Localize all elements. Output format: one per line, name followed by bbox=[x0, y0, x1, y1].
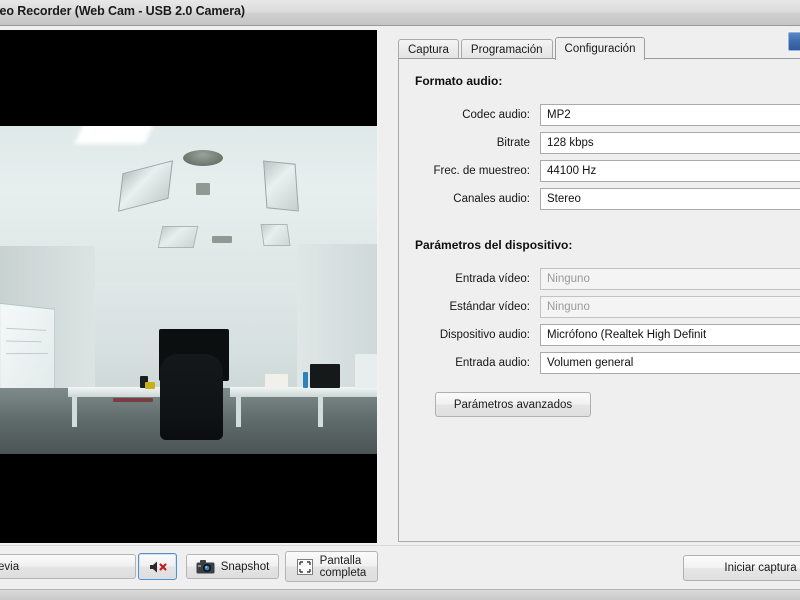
scene-whiteboard bbox=[0, 302, 56, 400]
fullscreen-label-line2: completa bbox=[319, 566, 367, 579]
panel-divider bbox=[0, 545, 800, 546]
field-audio-device-input[interactable]: Micrófono (Realtek High Definit bbox=[540, 324, 800, 346]
advanced-parameters-button[interactable]: Parámetros avanzados bbox=[435, 392, 591, 417]
fullscreen-button[interactable]: Pantalla completa bbox=[285, 551, 378, 582]
audio-format-section-title: Formato audio: bbox=[415, 74, 503, 88]
field-audio-input-label: Entrada audio: bbox=[455, 357, 530, 369]
tab-programacion-label: Programación bbox=[470, 43, 543, 56]
tab-configuracion[interactable]: Configuración bbox=[554, 37, 646, 60]
scene-ceiling-panel bbox=[157, 226, 199, 248]
scene-ceiling-vent bbox=[196, 183, 210, 195]
advanced-parameters-label: Parámetros avanzados bbox=[453, 398, 573, 411]
field-audio-device-label: Dispositivo audio: bbox=[439, 329, 530, 341]
configuracion-panel: Formato audio: Codec audio: MP2 Bitrate … bbox=[398, 58, 800, 542]
preview-button[interactable]: ta previa bbox=[0, 554, 136, 579]
field-audio-input-input[interactable]: Volumen general bbox=[540, 352, 800, 374]
device-parameters-section-title: Parámetros del dispositivo: bbox=[415, 238, 573, 252]
scene-bottle bbox=[303, 372, 308, 388]
field-audio-channels-input[interactable]: Stereo bbox=[540, 188, 800, 210]
title-bar: deo Recorder (Web Cam - USB 2.0 Camera) bbox=[0, 0, 800, 26]
fullscreen-button-label: Pantalla completa bbox=[320, 555, 367, 579]
scene-printer bbox=[310, 364, 340, 388]
field-video-input-label: Entrada vídeo: bbox=[455, 273, 530, 285]
mute-button[interactable] bbox=[138, 553, 177, 580]
field-sample-rate-input[interactable]: 44100 Hz bbox=[540, 160, 800, 182]
field-video-input-input[interactable]: Ninguno bbox=[540, 268, 800, 290]
camera-preview-container[interactable] bbox=[0, 29, 379, 544]
field-codec-audio-label: Codec audio: bbox=[462, 109, 530, 121]
fullscreen-icon bbox=[296, 558, 313, 575]
window-control-button[interactable] bbox=[788, 32, 800, 51]
scene-ceiling-light bbox=[263, 160, 299, 212]
field-codec-audio-input[interactable]: MP2 bbox=[540, 104, 800, 126]
snapshot-button[interactable]: Snapshot bbox=[186, 554, 279, 579]
camera-icon bbox=[196, 559, 215, 574]
scene-office-chair bbox=[160, 354, 223, 440]
scene-desk bbox=[230, 387, 377, 397]
field-bitrate-label: Bitrate bbox=[496, 137, 530, 149]
preview-toolbar: ta previa Snapshot bbox=[0, 548, 390, 588]
scene-dome-light bbox=[183, 150, 223, 166]
scene-mug bbox=[145, 382, 155, 389]
scene-ceiling-panel bbox=[260, 224, 291, 246]
scene-desk-items bbox=[113, 398, 153, 402]
window-title: deo Recorder (Web Cam - USB 2.0 Camera) bbox=[0, 4, 245, 18]
start-capture-label: Iniciar captura bbox=[724, 562, 797, 574]
fullscreen-label-line1: Pantalla bbox=[319, 554, 362, 567]
field-video-standard-input[interactable]: Ninguno bbox=[540, 296, 800, 318]
tab-bar: Captura Programación Configuración bbox=[398, 37, 647, 60]
camera-preview[interactable] bbox=[0, 30, 377, 543]
start-capture-button[interactable]: Iniciar captura bbox=[683, 555, 800, 581]
tab-programacion[interactable]: Programación bbox=[460, 39, 553, 59]
field-bitrate-input[interactable]: 128 kbps bbox=[540, 132, 800, 154]
field-audio-channels-label: Canales audio: bbox=[453, 193, 530, 205]
status-bar bbox=[0, 589, 800, 600]
scene-side-monitor bbox=[355, 354, 377, 388]
preview-button-label: ta previa bbox=[0, 560, 20, 573]
snapshot-button-label: Snapshot bbox=[220, 560, 270, 573]
scene-light-glare bbox=[74, 126, 156, 144]
field-video-standard-label: Estándar vídeo: bbox=[449, 301, 530, 313]
tab-captura[interactable]: Captura bbox=[398, 39, 459, 59]
tab-captura-label: Captura bbox=[408, 43, 449, 56]
scene-desk-leg bbox=[72, 397, 77, 427]
scene-desk bbox=[68, 387, 175, 397]
video-recorder-window: deo Recorder (Web Cam - USB 2.0 Camera) bbox=[0, 0, 800, 600]
scene-ceiling-vent bbox=[212, 236, 232, 243]
field-sample-rate-label: Frec. de muestreo: bbox=[433, 165, 530, 177]
scene-tissue-box bbox=[265, 374, 288, 388]
scene-desk-leg bbox=[318, 397, 323, 427]
tab-configuracion-label: Configuración bbox=[564, 43, 636, 55]
camera-preview-scene bbox=[0, 126, 377, 454]
scene-desk-leg bbox=[236, 397, 241, 427]
speaker-mute-icon bbox=[148, 560, 168, 574]
